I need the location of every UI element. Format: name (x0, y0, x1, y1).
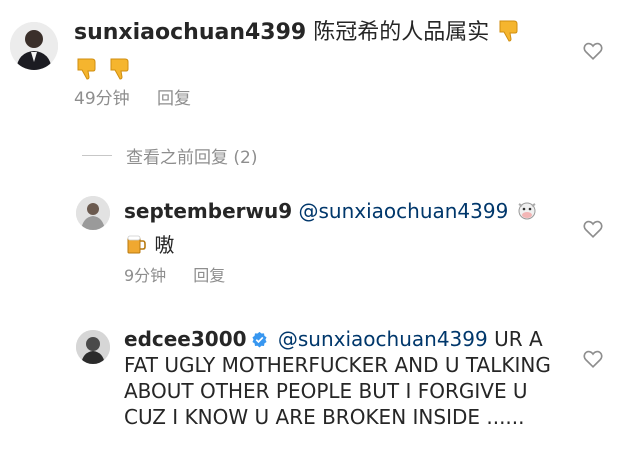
comment-timestamp: 9分钟 (124, 266, 167, 285)
comment-username[interactable]: edcee3000 (124, 327, 247, 351)
comment-timestamp: 49分钟 (74, 89, 130, 109)
view-previous-replies-button[interactable]: 查看之前回复 (2) (82, 143, 257, 168)
comment-body: septemberwu9 @sunxiaochuan4399 嗷 (124, 196, 554, 264)
avatar-image (10, 22, 58, 70)
view-previous-replies-label: 查看之前回复 (2) (126, 148, 258, 168)
verified-badge-icon (251, 328, 268, 348)
avatar-image (76, 196, 110, 230)
comment-body: sunxiaochuan4399 陈冠希的人品属实 (74, 16, 554, 92)
like-heart-icon[interactable] (582, 40, 604, 62)
thumbs-down-icon (496, 17, 522, 54)
mention-link[interactable]: @sunxiaochuan4399 (298, 199, 508, 223)
comment-body: edcee3000 @sunxiaochuan4399 UR A FAT UGL… (124, 326, 564, 430)
reply-button[interactable]: 回复 (157, 84, 191, 109)
beer-mug-icon (124, 232, 148, 264)
comment-username[interactable]: septemberwu9 (124, 199, 292, 223)
divider-line (82, 155, 112, 156)
comment-text: 陈冠希的人品属实 (313, 20, 490, 45)
avatar-edcee3000[interactable] (76, 330, 110, 364)
comment-meta: 9分钟 回复 (124, 262, 225, 286)
mention-link[interactable]: @sunxiaochuan4399 (278, 327, 488, 351)
like-heart-icon[interactable] (582, 218, 604, 240)
like-heart-icon[interactable] (582, 348, 604, 370)
comment-meta: 49分钟 回复 (74, 84, 191, 109)
cow-face-icon (515, 198, 539, 230)
reply-button[interactable]: 回复 (193, 262, 225, 286)
comment-text: 嗷 (154, 233, 175, 257)
avatar-septemberwu9[interactable] (76, 196, 110, 230)
avatar-sunxiaochuan4399[interactable] (10, 22, 58, 70)
avatar-image (76, 330, 110, 364)
comment-username[interactable]: sunxiaochuan4399 (74, 20, 306, 45)
